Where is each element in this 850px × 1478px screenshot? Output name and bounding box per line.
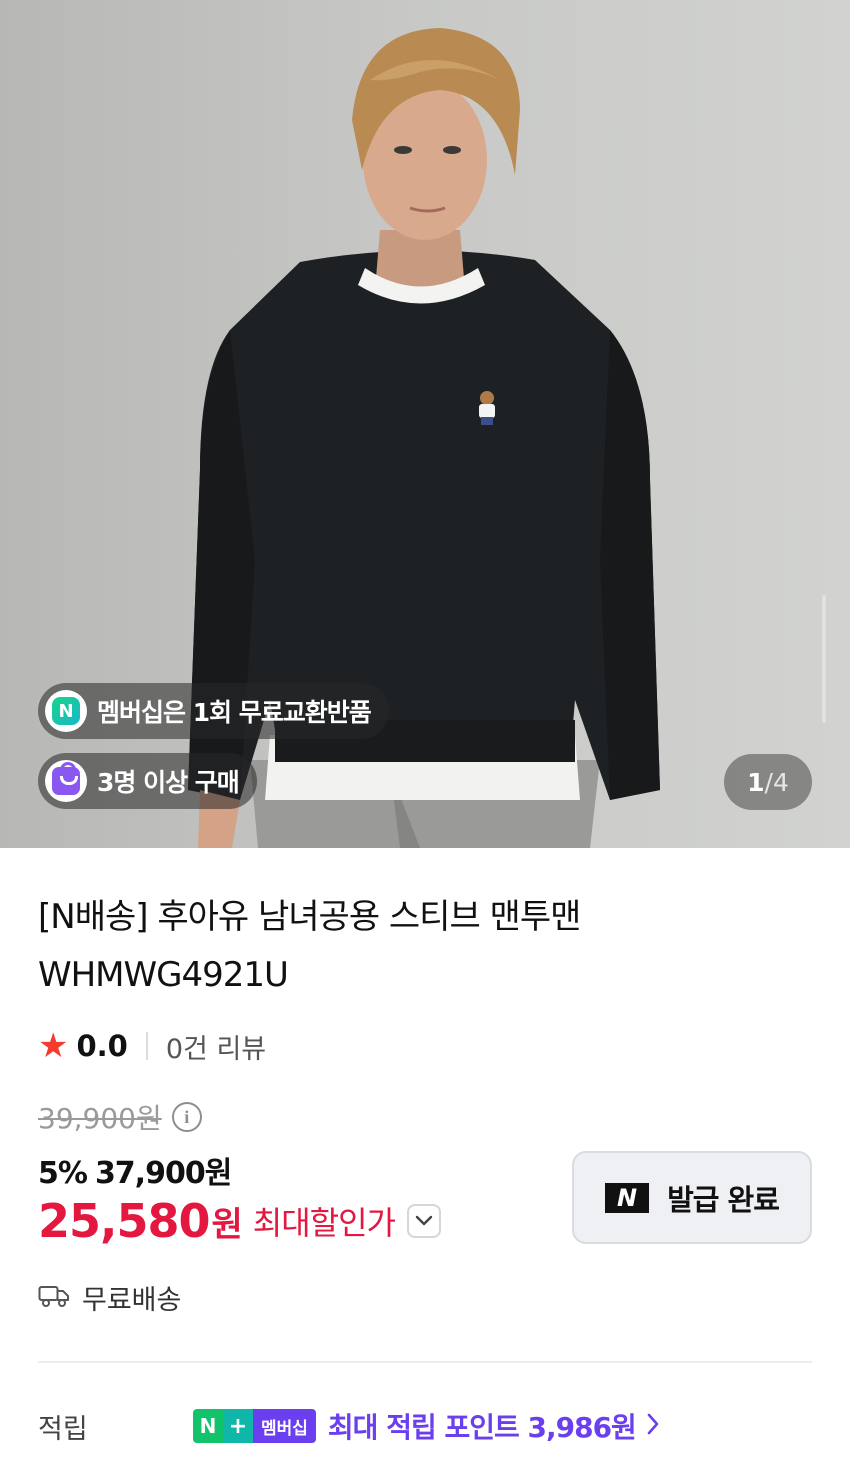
coupon-issued-button[interactable]: N 발급 완료 [572,1151,812,1244]
original-price-row: 39,900원 i [38,1097,202,1137]
shopping-bag-icon [52,762,80,795]
image-page-counter: 1 / 4 [724,754,812,810]
max-discount-currency: 원 [211,1204,243,1245]
max-discount-price-row[interactable]: 25,580 원 최대할인가 [38,1194,441,1248]
points-row[interactable]: 적립 N + 멤버십 최대 적립 포인트 3,986원 [38,1404,818,1448]
truck-icon [38,1284,70,1312]
gallery-scrollbar[interactable] [822,595,826,723]
chevron-right-icon[interactable] [646,1410,660,1443]
chevron-down-icon[interactable] [407,1204,441,1238]
n-membership-icon: N [52,697,80,725]
sale-price-row: 5% 37,900원 [38,1148,232,1192]
sale-price: 37,900원 [94,1156,232,1191]
star-icon: ★ [38,1026,69,1066]
bulk-purchase-badge: 3명 이상 구매 [38,753,257,809]
product-image-gallery[interactable]: N 멤버십은 1회 무료교환반품 3명 이상 구매 1 / 4 [0,0,850,848]
membership-exchange-label: 멤버십은 1회 무료교환반품 [97,698,372,727]
section-divider [38,1361,812,1363]
coupon-status-label: 발급 완료 [667,1182,780,1217]
max-discount-label: 최대할인가 [252,1204,396,1242]
n-plus-membership-badge: N + 멤버십 [193,1409,316,1443]
shipping-label: 무료배송 [82,1285,182,1316]
max-discount-amount: 25,580 [38,1194,211,1248]
rating-divider [145,1032,148,1060]
discount-percent: 5% [38,1156,88,1191]
bulk-purchase-label: 3명 이상 구매 [97,768,240,797]
review-count[interactable]: 0건 리뷰 [166,1027,266,1066]
naver-n-logo-icon: N [605,1182,650,1213]
shipping-info: 무료배송 [38,1278,181,1317]
points-label: 적립 [38,1413,88,1445]
membership-exchange-badge: N 멤버십은 1회 무료교환반품 [38,683,389,739]
max-points-text: 최대 적립 포인트 3,986원 [327,1411,637,1444]
product-title: [N배송] 후아유 남녀공용 스티브 맨투맨 WHMWG4921U [38,897,581,995]
info-icon[interactable]: i [171,1102,202,1132]
original-price: 39,900원 [38,1102,162,1135]
rating-summary[interactable]: ★ 0.0 0건 리뷰 [38,1026,266,1066]
rating-score: 0.0 [76,1029,128,1063]
